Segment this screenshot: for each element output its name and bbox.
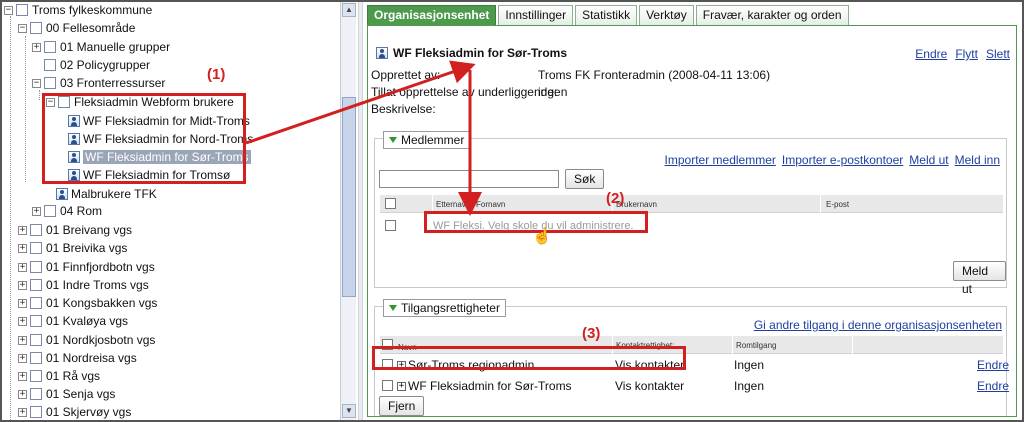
annotation-arrows bbox=[245, 60, 482, 216]
hand-cursor-icon: ☝ bbox=[532, 228, 552, 245]
arrow-to-title bbox=[245, 60, 476, 145]
